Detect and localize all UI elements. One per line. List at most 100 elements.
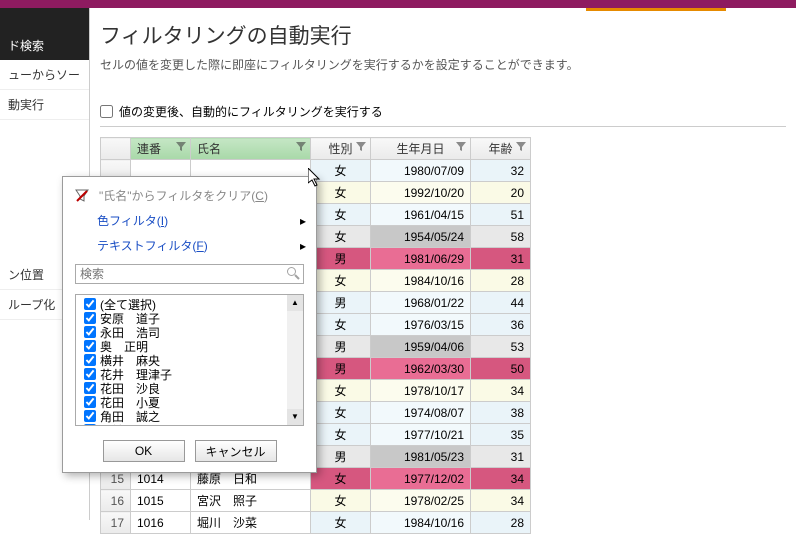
cell-seq[interactable]: 1016	[131, 512, 191, 534]
table-row[interactable]: 171016堀川 沙菜女1984/10/1628	[101, 512, 531, 534]
cell-date[interactable]: 1968/01/22	[371, 292, 471, 314]
auto-filter-checkbox[interactable]	[100, 105, 113, 118]
cell-date[interactable]: 1984/10/16	[371, 512, 471, 534]
cell-age[interactable]: 28	[471, 270, 531, 292]
cell-sex[interactable]: 男	[311, 292, 371, 314]
cell-sex[interactable]: 女	[311, 204, 371, 226]
row-number[interactable]: 16	[101, 490, 131, 512]
cell-date[interactable]: 1977/10/21	[371, 424, 471, 446]
filter-check-item[interactable]: 吉崎 亘	[80, 423, 299, 426]
cell-sex[interactable]: 男	[311, 446, 371, 468]
filter-icon[interactable]	[296, 141, 306, 151]
cell-age[interactable]: 50	[471, 358, 531, 380]
cell-date[interactable]: 1976/03/15	[371, 314, 471, 336]
cell-name[interactable]: 宮沢 照子	[191, 490, 311, 512]
filter-icon[interactable]	[516, 141, 526, 151]
cell-age[interactable]: 34	[471, 380, 531, 402]
cell-date[interactable]: 1980/07/09	[371, 160, 471, 182]
color-filter-link[interactable]: 色フィルタ(I)	[97, 212, 168, 229]
filter-item-checkbox[interactable]	[84, 424, 96, 426]
cell-age[interactable]: 34	[471, 468, 531, 490]
col-header-date[interactable]: 生年月日	[371, 138, 471, 160]
cell-sex[interactable]: 女	[311, 380, 371, 402]
text-filter-row[interactable]: テキストフィルタ(F) ▸	[63, 233, 316, 258]
filter-icon[interactable]	[176, 141, 186, 151]
cell-date[interactable]: 1962/03/30	[371, 358, 471, 380]
filter-search-input[interactable]	[75, 264, 304, 284]
sidebar-item[interactable]: ューからソー	[0, 60, 89, 90]
cell-age[interactable]: 58	[471, 226, 531, 248]
rowheader-corner[interactable]	[101, 138, 131, 160]
cell-date[interactable]: 1992/10/20	[371, 182, 471, 204]
sidebar-item[interactable]: 動実行	[0, 90, 89, 120]
col-header-sex[interactable]: 性別	[311, 138, 371, 160]
cell-sex[interactable]: 女	[311, 490, 371, 512]
cell-date[interactable]: 1984/10/16	[371, 270, 471, 292]
submenu-arrow-icon: ▸	[300, 214, 306, 228]
cell-name[interactable]: 堀川 沙菜	[191, 512, 311, 534]
text-filter-link[interactable]: テキストフィルタ(F)	[97, 237, 208, 254]
filter-item-checkbox[interactable]	[84, 396, 96, 408]
cell-sex[interactable]: 男	[311, 248, 371, 270]
cell-sex[interactable]: 女	[311, 402, 371, 424]
cell-age[interactable]: 32	[471, 160, 531, 182]
scroll-down-icon[interactable]: ▼	[287, 409, 303, 425]
cell-date[interactable]: 1961/04/15	[371, 204, 471, 226]
filter-item-checkbox[interactable]	[84, 410, 96, 422]
page-title: フィルタリングの自動実行	[100, 20, 786, 50]
cell-sex[interactable]: 女	[311, 182, 371, 204]
cell-date[interactable]: 1978/02/25	[371, 490, 471, 512]
color-filter-row[interactable]: 色フィルタ(I) ▸	[63, 208, 316, 233]
col-label: 生年月日	[396, 142, 444, 156]
col-label: 連番	[137, 142, 161, 156]
cell-date[interactable]: 1954/05/24	[371, 226, 471, 248]
cell-date[interactable]: 1959/04/06	[371, 336, 471, 358]
col-header-age[interactable]: 年齢	[471, 138, 531, 160]
cell-age[interactable]: 36	[471, 314, 531, 336]
cell-sex[interactable]: 女	[311, 512, 371, 534]
cell-date[interactable]: 1981/06/29	[371, 248, 471, 270]
cell-age[interactable]: 44	[471, 292, 531, 314]
cell-date[interactable]: 1978/10/17	[371, 380, 471, 402]
filter-item-checkbox[interactable]	[84, 354, 96, 366]
filter-item-checkbox[interactable]	[84, 326, 96, 338]
row-number[interactable]: 17	[101, 512, 131, 534]
cell-age[interactable]: 31	[471, 446, 531, 468]
filter-item-checkbox[interactable]	[84, 382, 96, 394]
cell-age[interactable]: 51	[471, 204, 531, 226]
cell-seq[interactable]: 1015	[131, 490, 191, 512]
col-header-seq[interactable]: 連番	[131, 138, 191, 160]
cell-sex[interactable]: 女	[311, 226, 371, 248]
cell-age[interactable]: 34	[471, 490, 531, 512]
cell-date[interactable]: 1981/05/23	[371, 446, 471, 468]
cell-sex[interactable]: 男	[311, 336, 371, 358]
clear-filter-row[interactable]: "氏名"からフィルタをクリア(C)	[63, 183, 316, 208]
cell-age[interactable]: 28	[471, 512, 531, 534]
filter-icon[interactable]	[456, 141, 466, 151]
cell-sex[interactable]: 女	[311, 468, 371, 490]
cell-sex[interactable]: 女	[311, 424, 371, 446]
filter-item-checkbox[interactable]	[84, 298, 96, 310]
cell-sex[interactable]: 女	[311, 314, 371, 336]
cancel-button[interactable]: キャンセル	[195, 440, 277, 462]
filter-item-checkbox[interactable]	[84, 312, 96, 324]
cell-sex[interactable]: 女	[311, 160, 371, 182]
cell-age[interactable]: 31	[471, 248, 531, 270]
col-header-name[interactable]: 氏名	[191, 138, 311, 160]
scroll-up-icon[interactable]: ▲	[287, 295, 303, 311]
col-label: 性別	[328, 142, 352, 156]
cell-age[interactable]: 53	[471, 336, 531, 358]
filter-item-checkbox[interactable]	[84, 340, 96, 352]
table-row[interactable]: 161015宮沢 照子女1978/02/2534	[101, 490, 531, 512]
ok-button[interactable]: OK	[103, 440, 185, 462]
cell-age[interactable]: 38	[471, 402, 531, 424]
filter-icon[interactable]	[356, 141, 366, 151]
cell-age[interactable]: 20	[471, 182, 531, 204]
cell-date[interactable]: 1977/12/02	[371, 468, 471, 490]
filter-item-checkbox[interactable]	[84, 368, 96, 380]
cell-sex[interactable]: 女	[311, 270, 371, 292]
cell-date[interactable]: 1974/08/07	[371, 402, 471, 424]
scrollbar[interactable]: ▲ ▼	[287, 295, 303, 425]
cell-sex[interactable]: 男	[311, 358, 371, 380]
cell-age[interactable]: 35	[471, 424, 531, 446]
